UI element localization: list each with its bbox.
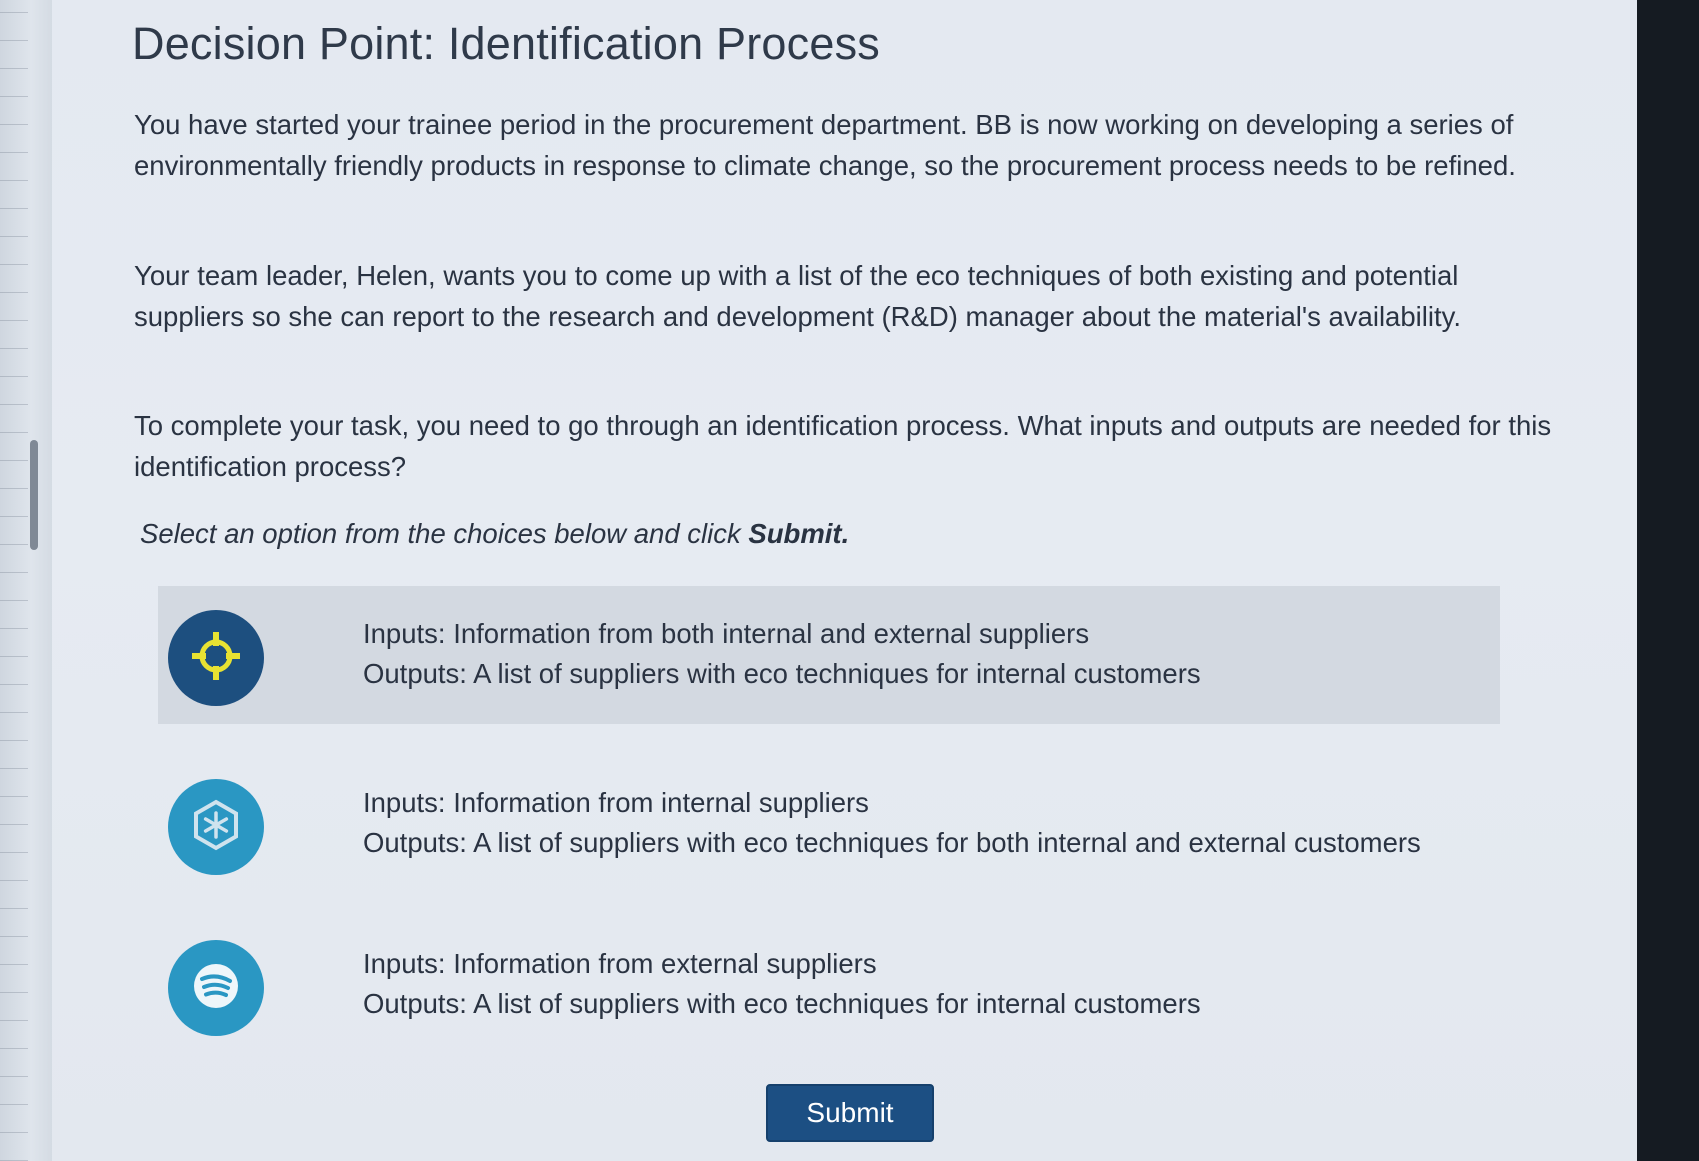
option-3-icon-circle[interactable] <box>168 940 264 1036</box>
scenario-paragraph-2: Your team leader, Helen, wants you to co… <box>134 260 1461 332</box>
option-2-outputs: Outputs: A list of suppliers with eco te… <box>363 827 1421 858</box>
snowflake-icon <box>189 798 243 857</box>
option-2[interactable]: Inputs: Information from internal suppli… <box>158 755 1500 893</box>
background-window-edge <box>0 0 28 1161</box>
right-bezel <box>1637 0 1699 1161</box>
option-1-inputs: Inputs: Information from both internal a… <box>363 618 1090 649</box>
signal-waves-icon <box>189 959 243 1018</box>
option-1-icon-circle[interactable] <box>168 610 264 706</box>
option-2-inputs: Inputs: Information from internal suppli… <box>363 787 869 818</box>
option-1-text: Inputs: Information from both internal a… <box>363 614 1201 694</box>
instruction-prefix: Select an option from the choices below … <box>140 518 749 549</box>
question-paragraph: To complete your task, you need to go th… <box>134 410 1552 482</box>
page-title: Decision Point: Identification Process <box>132 18 880 69</box>
content-panel: Decision Point: Identification Process Y… <box>52 0 1637 1161</box>
option-3-text: Inputs: Information from external suppli… <box>363 944 1201 1024</box>
crosshair-icon <box>188 628 244 689</box>
option-1-outputs: Outputs: A list of suppliers with eco te… <box>363 658 1201 689</box>
scrollbar-thumb[interactable] <box>30 440 38 550</box>
instruction-submit-word: Submit. <box>748 518 850 549</box>
left-bezel <box>0 0 52 1161</box>
instruction-text: Select an option from the choices below … <box>140 518 849 550</box>
submit-button[interactable]: Submit <box>766 1084 934 1142</box>
option-3[interactable]: Inputs: Information from external suppli… <box>158 916 1500 1054</box>
option-1[interactable]: Inputs: Information from both internal a… <box>158 586 1500 724</box>
option-2-text: Inputs: Information from internal suppli… <box>363 783 1421 863</box>
option-3-inputs: Inputs: Information from external suppli… <box>363 948 877 979</box>
option-3-outputs: Outputs: A list of suppliers with eco te… <box>363 988 1201 1019</box>
scenario-paragraph-1: You have started your trainee period in … <box>134 109 1516 181</box>
option-2-icon-circle[interactable] <box>168 779 264 875</box>
